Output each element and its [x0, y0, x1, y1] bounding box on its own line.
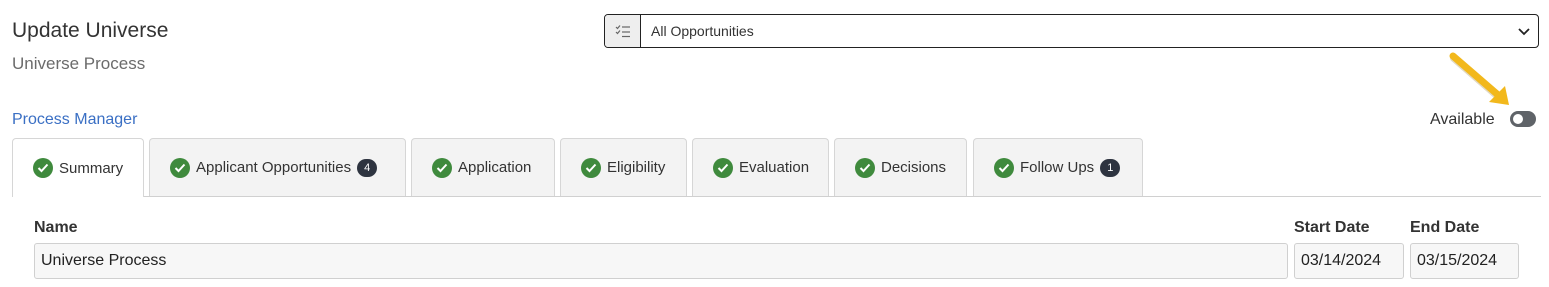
check-circle-icon [432, 157, 452, 178]
count-badge: 4 [357, 158, 378, 177]
checklist-icon [605, 15, 641, 47]
annotation-arrow-icon [1449, 52, 1509, 105]
end-date-field[interactable]: 03/15/2024 [1410, 243, 1519, 279]
check-circle-icon [994, 157, 1014, 178]
check-circle-icon [713, 157, 733, 178]
tab-decisions[interactable]: Decisions [834, 138, 967, 196]
check-circle-icon [581, 157, 601, 178]
tab-eligibility[interactable]: Eligibility [560, 138, 687, 196]
page-title: Update Universe [12, 19, 169, 42]
tab-evaluation[interactable]: Evaluation [692, 138, 829, 196]
end-date-label: End Date [1410, 219, 1480, 236]
check-circle-icon [33, 158, 53, 178]
opportunity-filter[interactable]: All Opportunities [604, 14, 1539, 48]
opportunity-select[interactable]: All Opportunities [641, 15, 1538, 47]
tab-label: Application [458, 159, 532, 176]
start-date-label: Start Date [1294, 219, 1370, 236]
tab-follow-ups[interactable]: Follow Ups 1 [973, 138, 1143, 196]
name-field[interactable]: Universe Process [34, 243, 1288, 279]
count-badge: 1 [1100, 158, 1121, 177]
tab-application[interactable]: Application [411, 138, 555, 196]
check-circle-icon [170, 157, 190, 178]
tab-label: Evaluation [739, 159, 810, 176]
name-label: Name [34, 219, 78, 236]
tab-label: Follow Ups [1020, 159, 1095, 176]
tab-label: Summary [59, 159, 124, 177]
page-subtitle: Universe Process [12, 54, 146, 73]
toggle-knob [1513, 114, 1523, 124]
chevron-down-icon [1518, 23, 1530, 39]
tab-summary[interactable]: Summary [12, 138, 144, 197]
tab-label: Applicant Opportunities [196, 159, 352, 176]
tab-applicant-opportunities[interactable]: Applicant Opportunities 4 [149, 138, 406, 196]
check-circle-icon [855, 157, 875, 178]
opportunity-select-value: All Opportunities [651, 23, 754, 39]
process-tabs: Summary Applicant Opportunities 4 Applic… [12, 138, 1541, 197]
start-date-field[interactable]: 03/14/2024 [1294, 243, 1404, 279]
tab-label: Decisions [881, 159, 947, 176]
process-manager-link[interactable]: Process Manager [12, 111, 137, 129]
tab-label: Eligibility [607, 159, 666, 176]
